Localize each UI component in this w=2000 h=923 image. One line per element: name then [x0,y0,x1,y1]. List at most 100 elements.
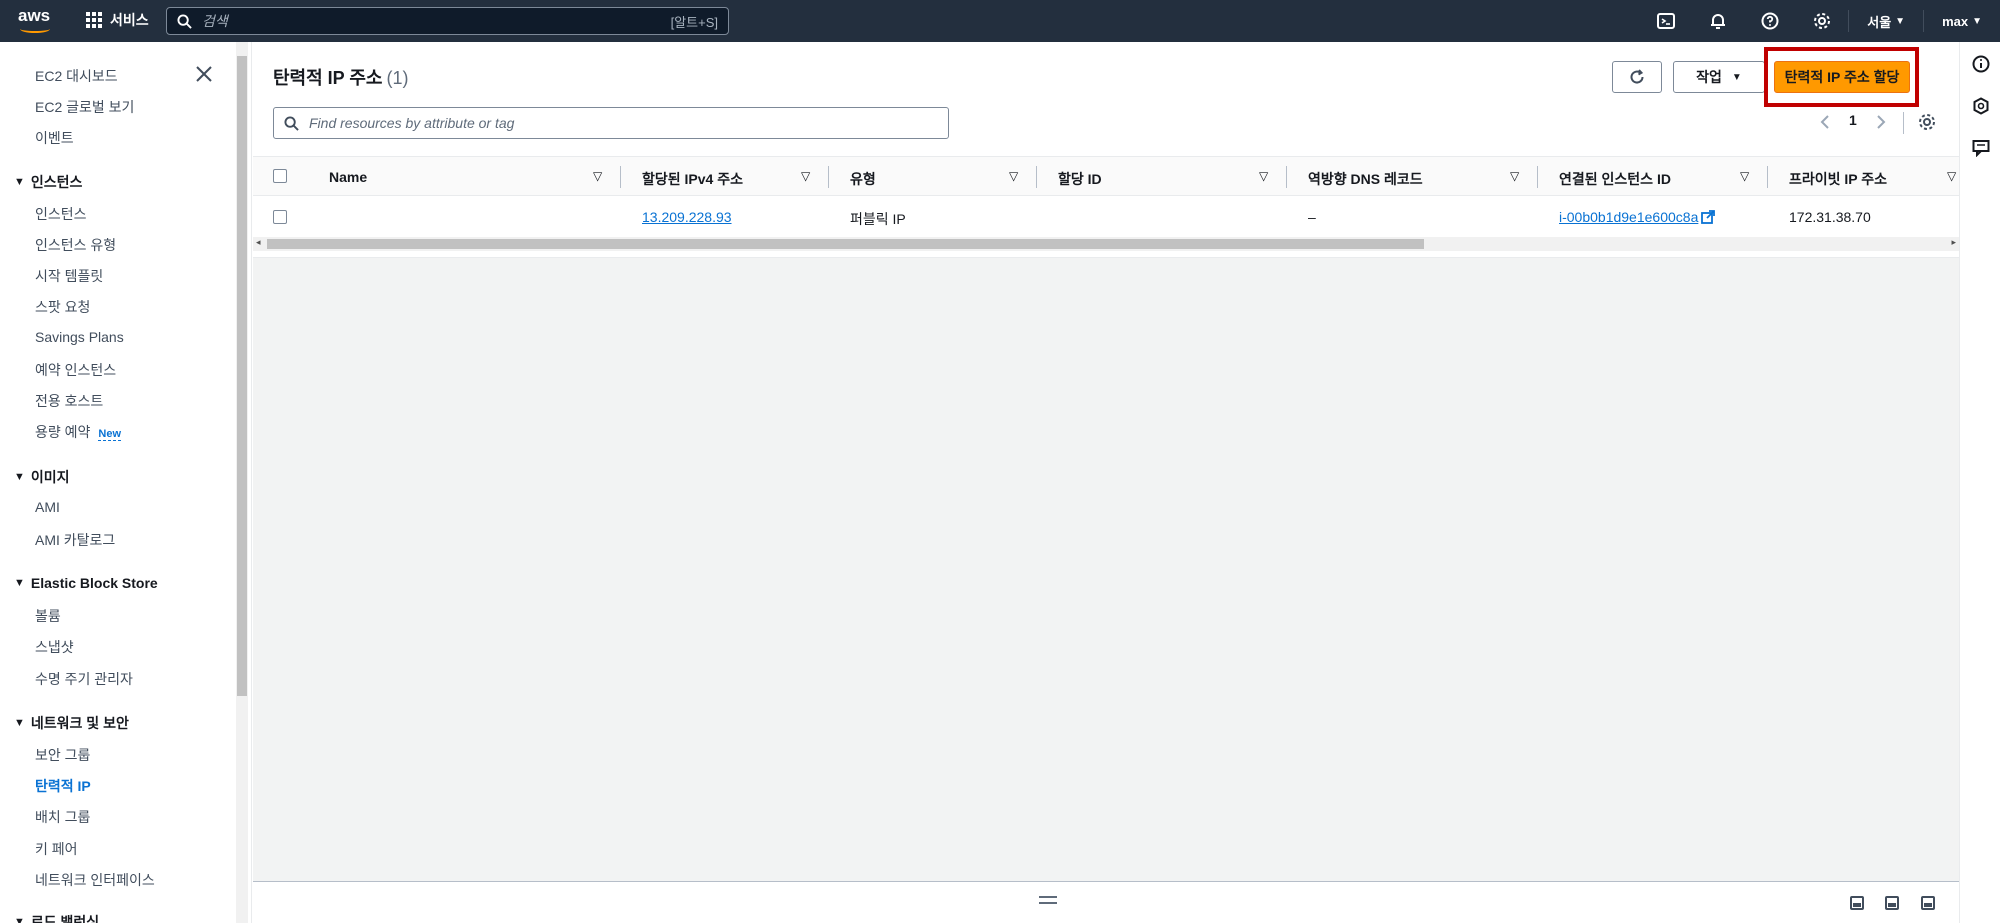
cell-reverse-dns: – [1308,209,1316,225]
select-all-checkbox[interactable] [273,169,287,183]
sidebar-item-dedicated-hosts[interactable]: 전용 호스트 [35,391,103,411]
feedback-icon[interactable] [1972,139,1990,157]
sidebar-item-savings-plans[interactable]: Savings Plans [35,329,124,345]
sidebar-section-instances[interactable]: ▼ 인스턴스 [14,172,82,192]
top-right-actions: 서울 ▼ max ▼ [1640,0,2000,42]
sidebar-item-lifecycle-manager[interactable]: 수명 주기 관리자 [35,669,133,689]
sidebar-item-network-interfaces[interactable]: 네트워크 인터페이스 [35,870,155,890]
sidebar-item-instance-types[interactable]: 인스턴스 유형 [35,235,116,255]
settings-button[interactable] [1796,0,1848,42]
user-label: max [1942,13,1969,29]
help-button[interactable] [1744,0,1796,42]
aws-logo[interactable]: aws [18,6,58,36]
sidebar-section-network-security[interactable]: ▼ 네트워크 및 보안 [14,713,129,733]
info-icon[interactable] [1972,55,1990,73]
aws-logo-text: aws [18,6,51,25]
column-header-associated-instance-id[interactable]: 연결된 인스턴스 ID [1559,169,1671,189]
item-count: (1) [386,68,409,88]
refresh-button[interactable] [1612,61,1662,93]
sort-icon[interactable]: ▽ [593,169,602,183]
sidebar-item-events[interactable]: 이벤트 [35,128,74,148]
top-navigation-bar: aws 서비스 검색 [알트+S] 서울 ▼ max ▼ [0,0,2000,42]
sidebar-item-reserved-instances[interactable]: 예약 인스턴스 [35,360,116,380]
sidebar-scrollbar-thumb[interactable] [237,56,247,696]
sidebar-item-instances[interactable]: 인스턴스 [35,204,87,224]
table-horizontal-scrollbar[interactable]: ◂ ▸ [253,237,1959,251]
sidebar-item-ami-catalog[interactable]: AMI 카탈로그 [35,530,115,550]
sort-icon[interactable]: ▽ [1740,169,1749,183]
sort-icon[interactable]: ▽ [1510,169,1519,183]
instance-id-link[interactable]: i-00b0b1d9e1e600c8a [1559,209,1698,225]
column-header-allocated-ipv4[interactable]: 할당된 IPv4 주소 [642,169,743,189]
close-icon[interactable] [194,64,214,84]
sidebar-item-ami[interactable]: AMI [35,499,60,515]
sidebar-item-snapshots[interactable]: 스냅샷 [35,637,74,657]
column-resizer[interactable] [828,166,829,188]
column-resizer[interactable] [1767,166,1768,188]
services-label: 서비스 [110,12,149,28]
table-row[interactable]: 13.209.228.93 퍼블릭 IP – i-00b0b1d9e1e600c… [253,197,1959,237]
column-header-private-ip[interactable]: 프라이빗 IP 주소 [1789,169,1887,189]
horizontal-scrollbar-thumb[interactable] [267,239,1424,249]
external-link-icon[interactable] [1701,210,1716,224]
region-selector[interactable]: 서울 ▼ [1849,12,1923,31]
sidebar-item-placement-groups[interactable]: 배치 그룹 [35,807,90,827]
scroll-right-icon[interactable]: ▸ [1951,237,1956,248]
cloudshell-button[interactable] [1640,0,1692,42]
sidebar-item-volumes[interactable]: 볼륨 [35,606,61,626]
global-search-input[interactable]: 검색 [알트+S] [166,7,729,35]
sidebar-item-spot-requests[interactable]: 스팟 요청 [35,297,90,317]
region-label: 서울 [1867,14,1892,30]
column-resizer[interactable] [620,166,621,188]
sidebar-item-security-groups[interactable]: 보안 그룹 [35,745,90,765]
caret-down-icon: ▼ [1895,15,1906,27]
sort-icon[interactable]: ▽ [1947,169,1956,183]
next-page-icon[interactable] [1875,114,1887,130]
section-label: 네트워크 및 보안 [30,715,129,731]
sort-icon[interactable]: ▽ [801,169,810,183]
help-icon [1761,12,1779,30]
grid-icon [86,12,102,28]
column-resizer[interactable] [1036,166,1037,188]
sidebar-item-ec2-global-view[interactable]: EC2 글로벌 보기 [35,97,134,117]
filter-placeholder: Find resources by attribute or tag [309,115,515,131]
column-resizer[interactable] [1286,166,1287,188]
sidebar-item-capacity-reservations[interactable]: 용량 예약 New [35,422,122,442]
divider [1903,112,1904,134]
filter-input[interactable]: Find resources by attribute or tag [273,107,949,139]
row-checkbox[interactable] [273,210,287,224]
ipv4-address-link[interactable]: 13.209.228.93 [642,209,732,225]
sort-icon[interactable]: ▽ [1009,169,1018,183]
user-menu[interactable]: max ▼ [1924,14,2000,29]
caret-down-icon: ▼ [14,176,25,188]
search-placeholder: 검색 [202,13,228,29]
column-header-reverse-dns[interactable]: 역방향 DNS 레코드 [1308,169,1423,189]
split-panel-middle-icon[interactable] [1885,896,1899,910]
scroll-left-icon[interactable]: ◂ [256,237,261,248]
sidebar-section-images[interactable]: ▼ 이미지 [14,467,70,487]
services-menu-button[interactable]: 서비스 [86,10,149,30]
notifications-button[interactable] [1692,0,1744,42]
bell-icon [1711,14,1726,29]
sort-icon[interactable]: ▽ [1259,169,1268,183]
column-resizer[interactable] [1537,166,1538,188]
sidebar-item-ec2-dashboard[interactable]: EC2 대시보드 [35,66,118,86]
drag-handle-icon[interactable] [1039,896,1057,904]
elastic-ip-table-panel: 탄력적 IP 주소 (1) 작업 ▼ 탄력적 IP 주소 할당 Find reso… [253,42,1959,258]
right-utility-rail [1959,42,2000,923]
column-header-allocation-id[interactable]: 할당 ID [1058,169,1102,189]
sidebar-item-key-pairs[interactable]: 키 페어 [35,839,78,859]
sidebar-item-launch-templates[interactable]: 시작 템플릿 [35,266,103,286]
split-panel-bottom-icon[interactable] [1850,896,1864,910]
hexagon-icon[interactable] [1972,97,1990,115]
page-number[interactable]: 1 [1849,112,1857,128]
sidebar-section-ebs[interactable]: ▼ Elastic Block Store [14,575,158,591]
previous-page-icon[interactable] [1819,114,1831,130]
split-panel-side-icon[interactable] [1921,896,1935,910]
table-preferences-gear-icon[interactable] [1918,113,1936,131]
column-header-name[interactable]: Name [329,169,367,185]
column-header-type[interactable]: 유형 [850,169,876,189]
sidebar-section-load-balancing[interactable]: ▼ 로드 밸런싱 [14,912,99,923]
actions-dropdown-button[interactable]: 작업 ▼ [1673,61,1765,93]
sidebar-item-elastic-ips[interactable]: 탄력적 IP [35,776,91,796]
